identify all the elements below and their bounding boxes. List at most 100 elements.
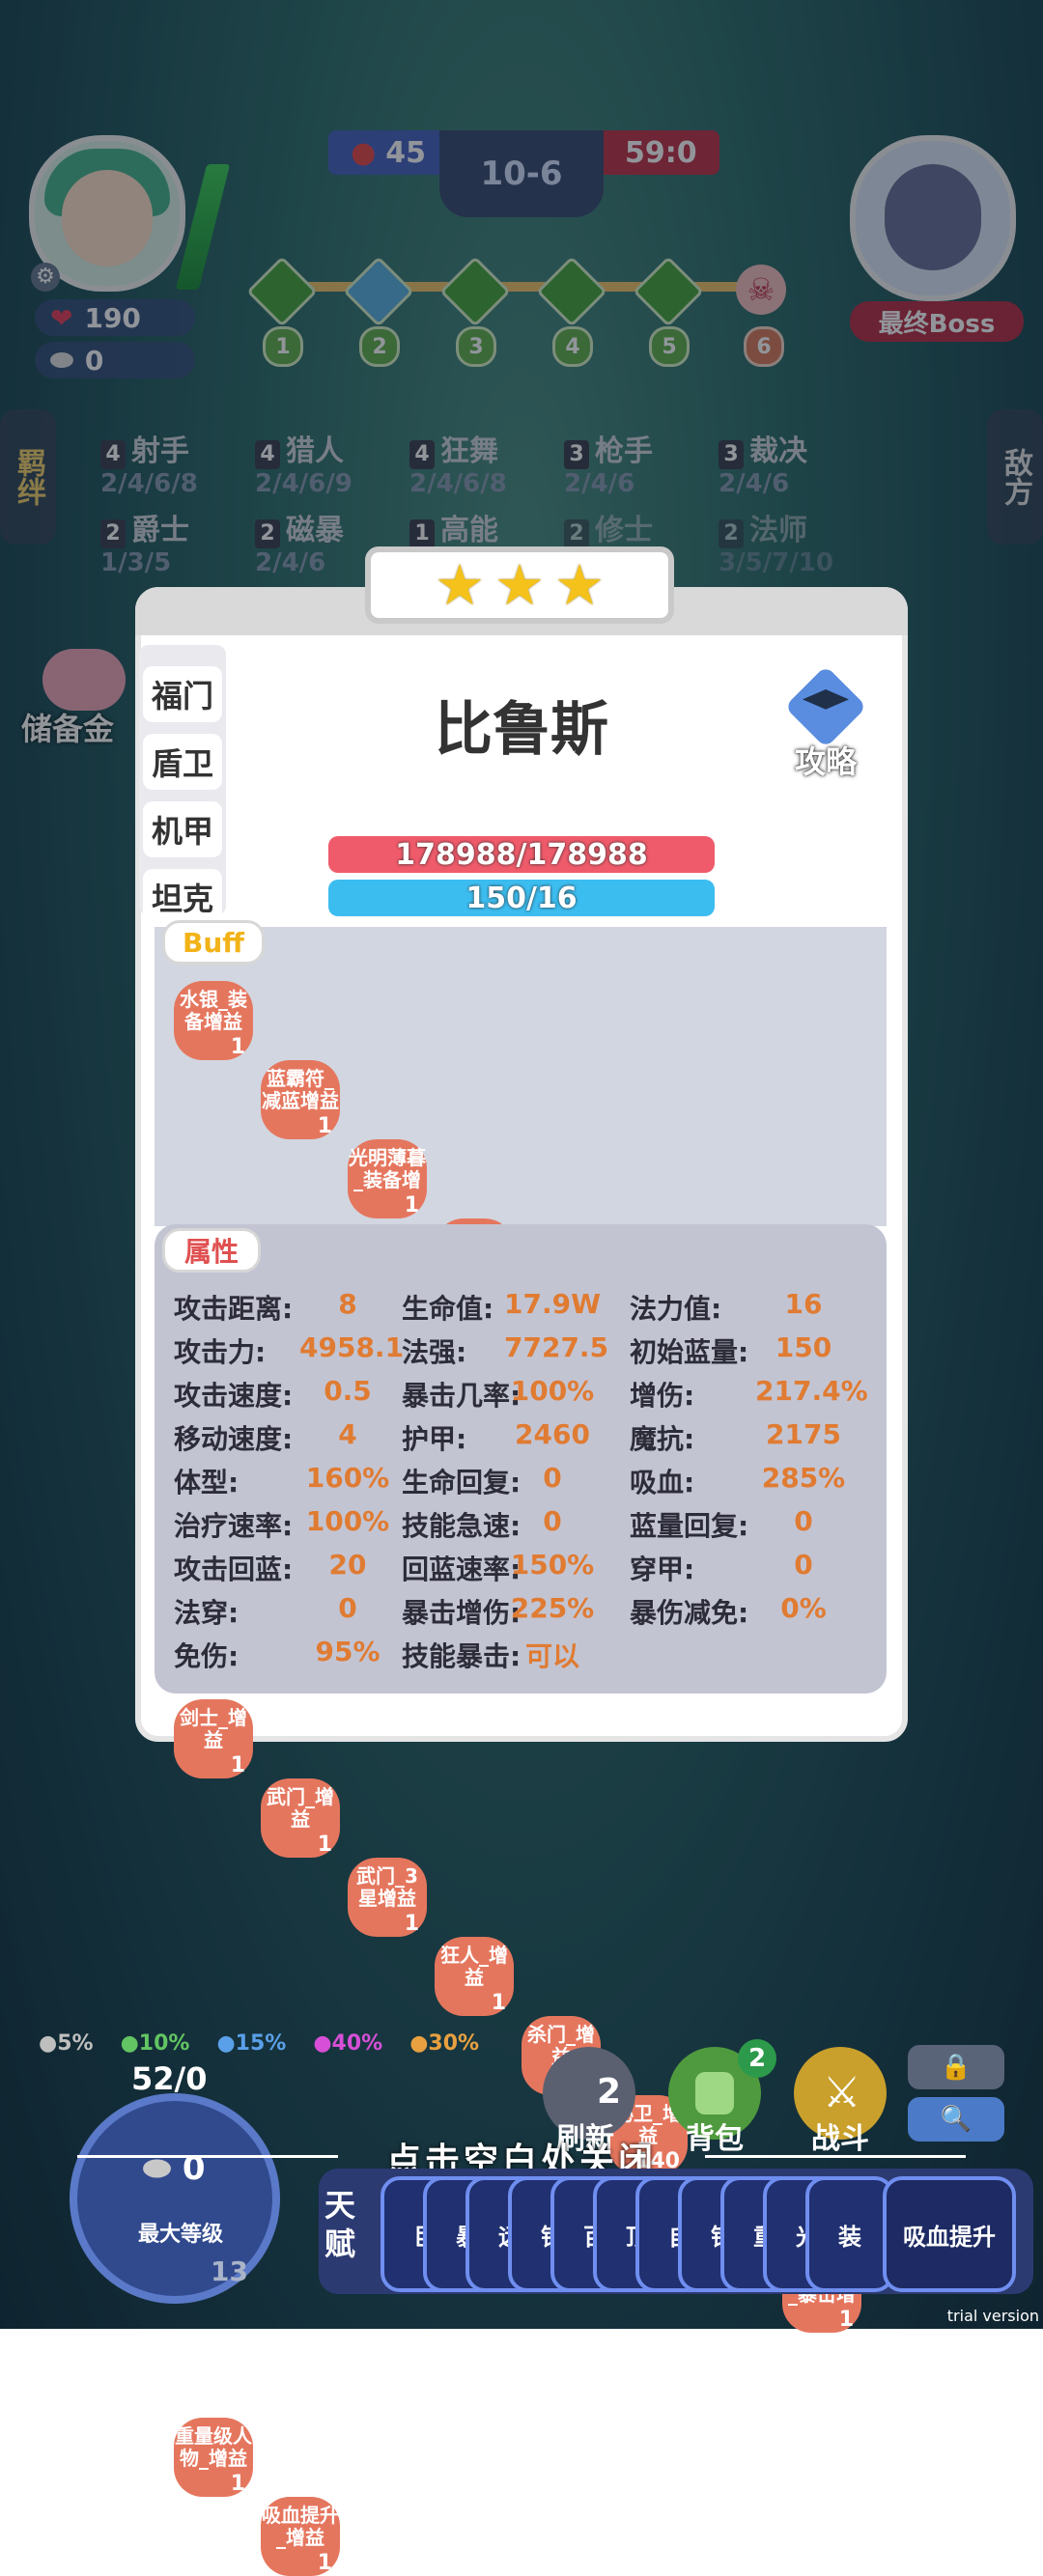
attribute-key: 暴击增伤: — [402, 1597, 522, 1629]
buff-item[interactable]: 武门_增益 1 — [261, 1778, 340, 1858]
level-number: 13 — [211, 2255, 248, 2287]
attribute-row: 穿甲: 0 — [630, 1549, 852, 1587]
attribute-value: 16 — [784, 1288, 823, 1320]
lock-button[interactable]: 🔒 — [908, 2045, 1004, 2089]
talent-card[interactable]: 吸血提升 — [883, 2176, 1016, 2292]
attribute-value: 4 — [338, 1418, 357, 1450]
attribute-row: 增伤: 217.4% — [630, 1375, 868, 1414]
attribute-row: 法强: 7727.5 — [402, 1331, 624, 1370]
attribute-row: 暴击几率: 100% — [402, 1375, 624, 1414]
attribute-row: 初始蓝量: 150 — [630, 1331, 852, 1370]
attribute-row: 蓝量回复: 0 — [630, 1505, 852, 1544]
attribute-row: 攻击距离: 8 — [174, 1288, 396, 1327]
star-icon: ★ — [435, 552, 485, 618]
buff-name: 水银_装备增益 — [180, 988, 247, 1033]
buff-count: 1 — [404, 1193, 419, 1218]
attribute-row: 体型: 160% — [174, 1462, 396, 1500]
attribute-value: 285% — [761, 1462, 846, 1494]
hero-name: 比鲁斯 — [435, 695, 608, 764]
buff-item[interactable]: 重量级人物_增益 1 — [174, 2418, 253, 2497]
attribute-key: 攻击距离: — [174, 1293, 294, 1325]
attribute-key: 攻击力: — [174, 1336, 267, 1368]
attribute-value: 0 — [794, 1505, 813, 1537]
crossed-swords-icon: ⚔ — [823, 2068, 861, 2117]
buff-item[interactable]: 剑士_增益 1 — [174, 1699, 253, 1778]
attribute-key: 免伤: — [174, 1640, 240, 1672]
buff-name: 武门_3星增益 — [356, 1864, 418, 1910]
buff-count: 1 — [317, 1114, 332, 1138]
attributes-grid: 攻击距离: 8 生命值: 17.9W 法力值: 16 攻击力: 4958.1 法强: 7727.5… — [174, 1288, 869, 1684]
attribute-value: 95% — [315, 1636, 381, 1667]
attribute-row: 免伤: 95% — [174, 1636, 396, 1674]
trait-tab[interactable]: 盾卫 — [143, 734, 222, 790]
attribute-value: 17.9W — [504, 1288, 601, 1320]
star-banner: ★ ★ ★ — [365, 546, 674, 624]
attribute-value: 100% — [305, 1505, 390, 1537]
buff-item[interactable]: 光明薄暮_装备增 1 — [348, 1139, 427, 1218]
talent-label: 天赋 — [324, 2187, 356, 2262]
trait-tab[interactable]: 机甲 — [143, 801, 222, 857]
attribute-key: 法穿: — [174, 1597, 240, 1629]
talent-card[interactable]: 装 — [805, 2176, 894, 2292]
trait-tab[interactable]: 福门 — [143, 666, 222, 722]
attribute-value: 4958.1 — [299, 1331, 405, 1363]
attribute-row: 治疗速率: 100% — [174, 1505, 396, 1544]
attribute-value: 2460 — [515, 1418, 590, 1450]
star-icon: ★ — [554, 552, 605, 618]
attribute-row: 暴伤减免: 0% — [630, 1592, 852, 1631]
attribute-row: 技能急速: 0 — [402, 1505, 624, 1544]
buff-item[interactable]: 吸血提升_增益 1 — [261, 2497, 340, 2576]
odds-tier-1: ●5% — [39, 2031, 94, 2056]
attribute-value: 0 — [338, 1592, 357, 1624]
attribute-key: 魔抗: — [630, 1423, 695, 1455]
odds-tier-4: ●40% — [313, 2031, 383, 2056]
attribute-row: 技能暴击: 可以 — [402, 1636, 624, 1674]
attribute-value: 160% — [305, 1462, 390, 1494]
attribute-key: 治疗速率: — [174, 1510, 294, 1542]
buff-item[interactable]: 狂人_增益 1 — [435, 1937, 514, 2016]
attribute-row: 暴击增伤: 225% — [402, 1592, 624, 1631]
attribute-key: 暴击几率: — [402, 1380, 522, 1412]
star-icon: ★ — [494, 552, 545, 618]
odds-tier-3: ●15% — [216, 2031, 287, 2056]
level-up-button[interactable] — [70, 2093, 280, 2304]
guide-button[interactable]: 攻略 — [777, 665, 874, 780]
attribute-row: 攻击速度: 0.5 — [174, 1375, 396, 1414]
attribute-key: 移动速度: — [174, 1423, 294, 1455]
attribute-key: 穿甲: — [630, 1554, 695, 1585]
refresh-cost: 2 — [597, 2072, 622, 2112]
bag-badge: 2 — [738, 2039, 776, 2078]
buff-count: 1 — [230, 2472, 245, 2496]
attribute-value: 2175 — [766, 1418, 841, 1450]
attribute-row: 攻击回蓝: 20 — [174, 1549, 396, 1587]
attribute-value: 100% — [510, 1375, 595, 1407]
attribute-key: 护甲: — [402, 1423, 467, 1455]
buff-section-label: Buff — [162, 920, 265, 965]
backpack-icon — [695, 2072, 734, 2114]
buff-item[interactable]: 武门_3星增益 1 — [348, 1858, 427, 1937]
buff-name: 光明薄暮_装备增 — [349, 1146, 426, 1191]
attribute-key: 增伤: — [630, 1380, 695, 1412]
buff-item[interactable]: 水银_装备增益 1 — [174, 981, 253, 1060]
attribute-value: 可以 — [524, 1640, 579, 1672]
attribute-value: 150% — [510, 1549, 595, 1581]
odds-tier-2: ●10% — [120, 2031, 190, 2056]
buff-item[interactable]: 蓝霸符_减蓝增益 1 — [261, 1060, 340, 1139]
buff-name: 剑士_增益 — [180, 1706, 247, 1751]
attribute-key: 攻击速度: — [174, 1380, 294, 1412]
buff-count: 1 — [404, 1912, 419, 1936]
attribute-value: 0.5 — [324, 1375, 372, 1407]
attribute-row: 移动速度: 4 — [174, 1418, 396, 1457]
attribute-key: 法强: — [402, 1336, 467, 1368]
attribute-key: 生命值: — [402, 1293, 494, 1325]
search-icon: 🔍 — [940, 2105, 973, 2134]
attribute-row: 法穿: 0 — [174, 1592, 396, 1631]
attribute-key: 初始蓝量: — [630, 1336, 749, 1368]
max-level-label: 最大等级 — [137, 2223, 223, 2247]
buff-count: 1 — [838, 2308, 854, 2332]
attribute-key: 暴伤减免: — [630, 1597, 749, 1629]
attribute-row: 生命回复: 0 — [402, 1462, 624, 1500]
attribute-key: 技能急速: — [402, 1510, 522, 1542]
trait-tab[interactable]: 坦克 — [143, 869, 222, 925]
attribute-value: 7727.5 — [504, 1331, 609, 1363]
